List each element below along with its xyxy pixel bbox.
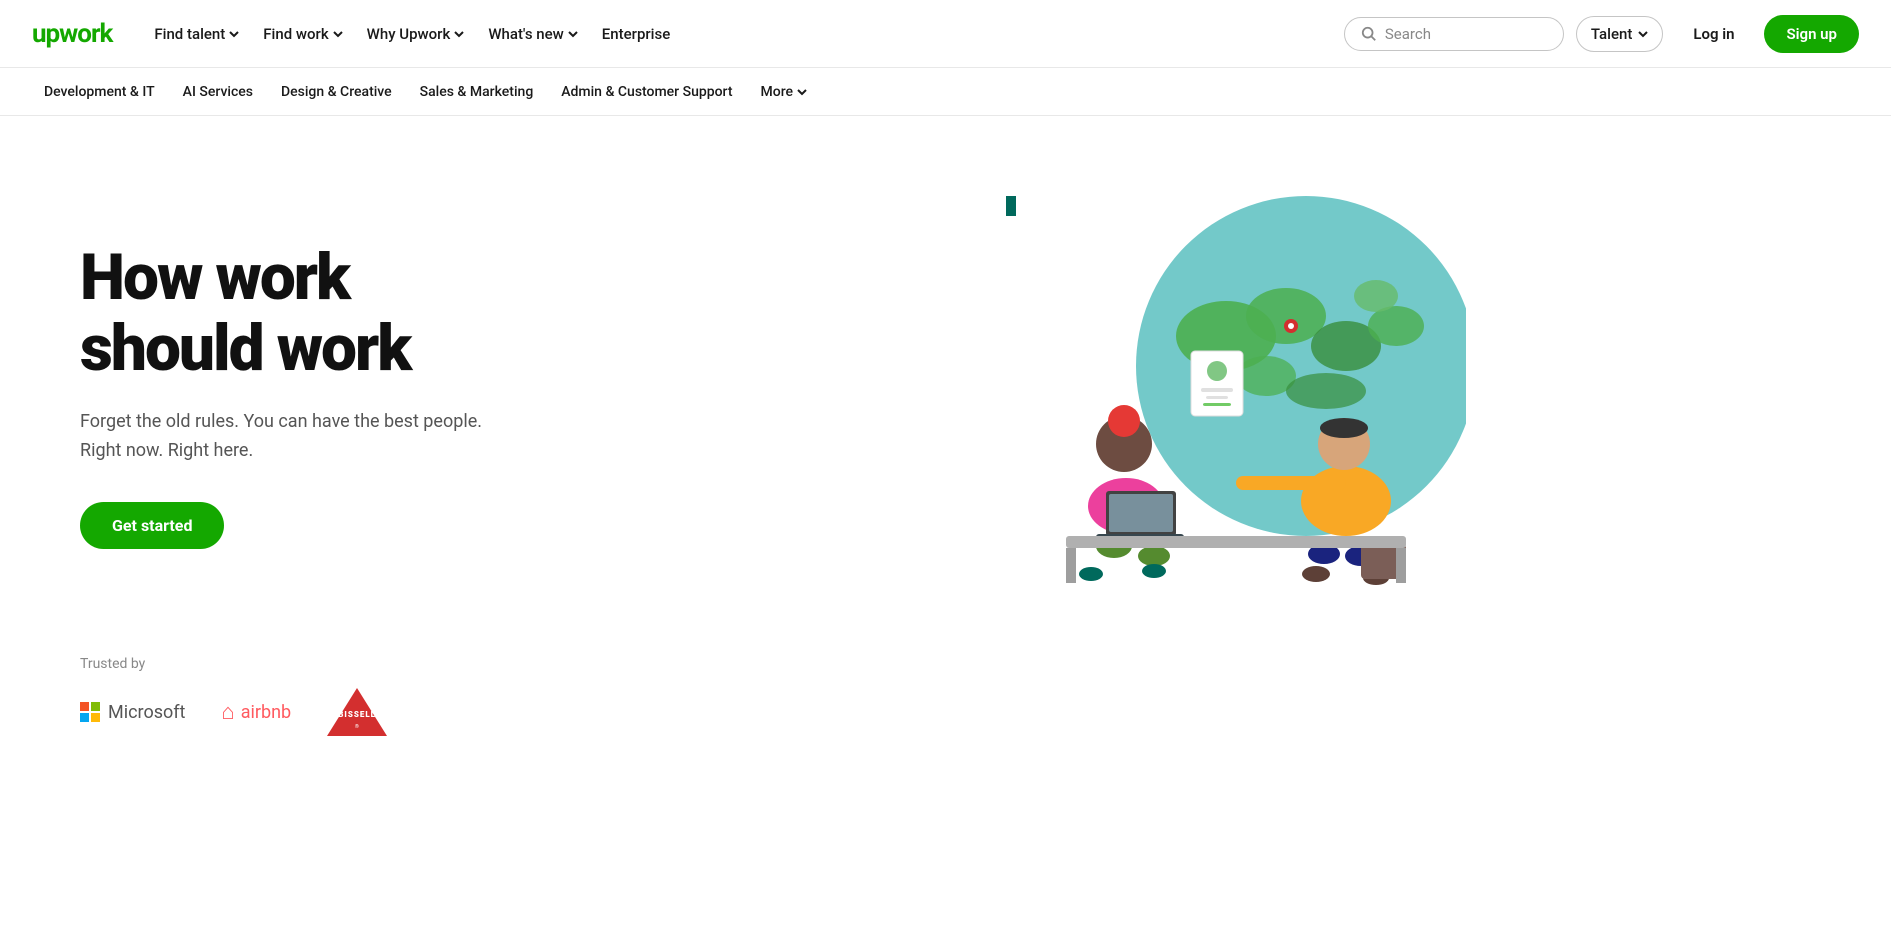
hero-subtitle: Forget the old rules. You can have the b… (80, 408, 660, 466)
trusted-label: Trusted by (80, 656, 1811, 672)
subnav-admin-support[interactable]: Admin & Customer Support (549, 76, 744, 108)
subnav: Development & IT AI Services Design & Cr… (0, 68, 1891, 116)
chevron-down-icon (454, 29, 464, 39)
subnav-sales-marketing[interactable]: Sales & Marketing (408, 76, 546, 108)
signup-button[interactable]: Sign up (1764, 15, 1859, 53)
subnav-dev-it[interactable]: Development & IT (32, 76, 167, 108)
subnav-more[interactable]: More (749, 76, 820, 108)
chevron-down-icon (797, 87, 807, 97)
nav-why-upwork[interactable]: Why Upwork (357, 17, 475, 51)
chevron-down-icon (1638, 29, 1648, 39)
airbnb-icon: ⌂ (221, 699, 234, 725)
chevron-down-icon (568, 29, 578, 39)
talent-dropdown[interactable]: Talent (1576, 16, 1663, 52)
nav-links: Find talent Find work Why Upwork What's … (144, 17, 1336, 51)
search-icon (1361, 26, 1377, 42)
navbar: upwork Find talent Find work Why Upwork … (0, 0, 1891, 68)
nav-whats-new[interactable]: What's new (478, 17, 587, 51)
get-started-button[interactable]: Get started (80, 502, 224, 549)
hero-title: How work should work (80, 243, 660, 384)
logo[interactable]: upwork (32, 19, 112, 49)
nav-find-work[interactable]: Find work (253, 17, 352, 51)
hero-section: How work should work Forget the old rule… (0, 116, 1891, 656)
bissell-text: BISSELL (338, 710, 376, 719)
microsoft-icon (80, 702, 100, 722)
airbnb-logo: ⌂ airbnb (221, 699, 291, 725)
subnav-ai-services[interactable]: AI Services (171, 76, 265, 108)
hero-svg (1006, 196, 1466, 596)
nav-find-talent[interactable]: Find talent (144, 17, 249, 51)
subnav-design-creative[interactable]: Design & Creative (269, 76, 404, 108)
nav-enterprise[interactable]: Enterprise (592, 17, 680, 51)
hero-content: How work should work Forget the old rule… (80, 243, 660, 548)
search-input-placeholder: Search (1385, 25, 1431, 43)
chevron-down-icon (333, 29, 343, 39)
microsoft-logo: Microsoft (80, 702, 185, 723)
login-button[interactable]: Log in (1675, 16, 1752, 52)
nav-right: Search Talent Log in Sign up (1344, 15, 1859, 53)
chevron-down-icon (229, 29, 239, 39)
hero-illustration (660, 186, 1811, 606)
search-bar[interactable]: Search (1344, 17, 1564, 51)
logo-text: upwork (32, 19, 112, 49)
trusted-section: Trusted by Microsoft ⌂ airbnb BISSELL ® (0, 656, 1891, 776)
trusted-logos: Microsoft ⌂ airbnb BISSELL ® (80, 688, 1811, 736)
bissell-registered: ® (355, 724, 359, 730)
bissell-logo: BISSELL ® (327, 688, 387, 736)
